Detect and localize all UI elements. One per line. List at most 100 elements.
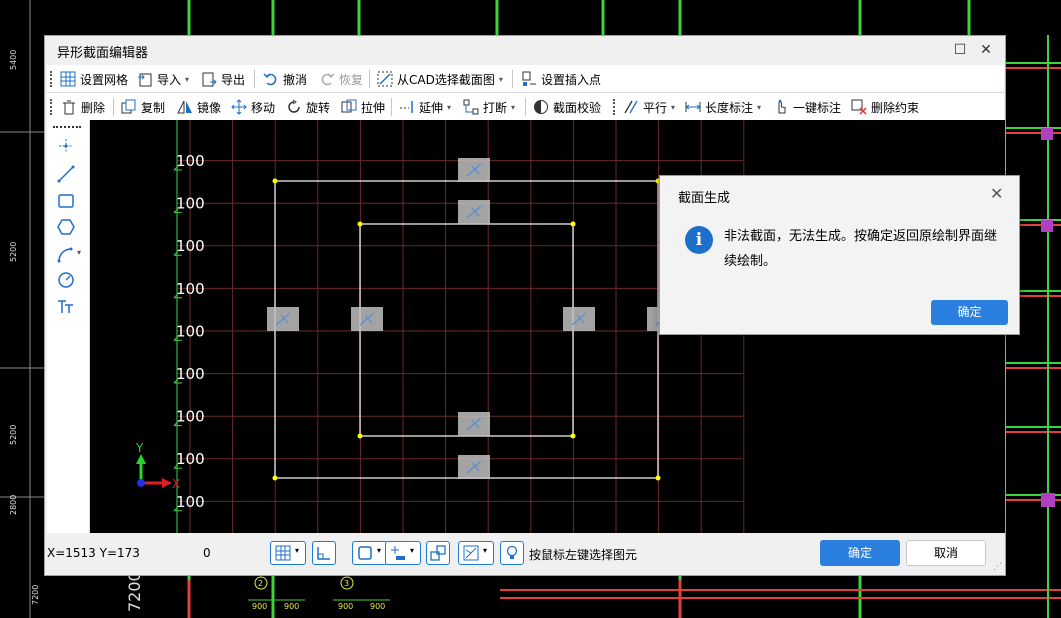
dropdown-arrow-icon[interactable]: ▾ (447, 103, 451, 112)
polar-snap-button[interactable]: ▾ (458, 541, 494, 565)
toolbar-edit: 删除 复制 镜像 移动 旋转 拉伸 延伸 ▾ 打断 ▾ 截面校验 平行 ▾ 长度… (47, 93, 1004, 121)
constraint-marker[interactable] (563, 307, 595, 331)
status-bar: X=1513 Y=173 0 ▾ ▾ ▾ ▾ 按鼠标左键选择图元 确定 取消 ⋰ (45, 534, 1005, 575)
grid-label: 100 (176, 237, 205, 255)
dropdown-arrow-icon[interactable]: ▾ (483, 546, 487, 555)
cursor-coordinates: X=1513 Y=173 (47, 546, 140, 560)
close-icon[interactable]: ✕ (990, 184, 1003, 203)
extend-label: 延伸 (419, 100, 444, 115)
set-grid-button[interactable]: 设置网格 (60, 70, 128, 88)
point-tool-icon[interactable] (56, 136, 76, 156)
small-dim: 900 (370, 602, 385, 611)
dropdown-arrow-icon[interactable]: ▾ (410, 546, 414, 555)
constraint-marker[interactable] (267, 307, 299, 331)
line-tool-icon[interactable] (56, 164, 76, 184)
resize-grip-icon[interactable]: ⋰ (993, 562, 1002, 572)
undo-button[interactable]: 撤消 (263, 70, 307, 88)
rectangle-snap-icon (358, 546, 372, 560)
grid-icon (60, 71, 76, 87)
close-icon[interactable]: ✕ (976, 40, 996, 60)
constraint-marker[interactable] (458, 200, 490, 224)
copy-button[interactable]: 复制 (121, 98, 165, 116)
redo-button[interactable]: 恢复 (319, 70, 363, 88)
move-label: 移动 (251, 100, 276, 115)
dropdown-arrow-icon[interactable]: ▾ (757, 103, 761, 112)
snap-rect-button[interactable]: ▾ (352, 541, 388, 565)
small-dim: 900 (338, 602, 353, 611)
constraint-marker[interactable] (458, 158, 490, 182)
grid-toggle-button[interactable]: ▾ (270, 541, 306, 565)
cancel-button[interactable]: 取消 (906, 540, 986, 566)
separator (525, 98, 526, 116)
constraint-marker[interactable] (351, 307, 383, 331)
status-hint: 按鼠标左键选择图元 (529, 548, 638, 562)
grid-icon (275, 545, 291, 561)
insert-point-icon (522, 71, 536, 86)
rotate-button[interactable]: 旋转 (286, 98, 330, 116)
dim-label-large: 7200 (125, 571, 144, 612)
length-dimension-label: 长度标注 (705, 100, 754, 115)
maximize-icon[interactable]: ☐ (950, 40, 970, 60)
export-button[interactable]: 导出 (201, 70, 245, 88)
cad-select-icon (377, 71, 393, 87)
tips-button[interactable] (500, 541, 524, 565)
dropdown-arrow-icon[interactable]: ▾ (377, 546, 381, 555)
section-check-icon (534, 100, 548, 114)
dropdown-arrow-icon[interactable]: ▾ (295, 546, 299, 555)
set-insert-point-button[interactable]: 设置插入点 (521, 70, 601, 88)
dropdown-arrow-icon[interactable]: ▾ (671, 103, 675, 112)
axis-circle-label: 3 (344, 579, 349, 588)
mirror-icon (177, 100, 192, 114)
mirror-button[interactable]: 镜像 (177, 98, 221, 116)
auto-dimension-button[interactable]: 一键标注 (773, 98, 841, 116)
auto-dimension-label: 一键标注 (793, 100, 842, 115)
delete-constraint-label: 删除约束 (871, 100, 920, 115)
text-tool-icon[interactable] (56, 297, 76, 317)
ortho-toggle-button[interactable] (312, 541, 336, 565)
length-dimension-button[interactable]: 长度标注 ▾ (685, 98, 761, 116)
arc-tool-icon[interactable] (56, 244, 76, 264)
delete-label: 删除 (81, 100, 106, 115)
parallel-button[interactable]: 平行 ▾ (623, 98, 675, 116)
section-generate-dialog: 截面生成 ✕ i 非法截面，无法生成。按确定返回原绘制界面继续绘制。 确定 (659, 175, 1020, 335)
inner-rectangle[interactable] (359, 223, 574, 437)
copy-label: 复制 (141, 100, 166, 115)
arc-dropdown-arrow-icon[interactable]: ▾ (77, 248, 81, 257)
grid-label: 100 (176, 195, 205, 213)
object-snap-icon (430, 545, 446, 561)
dropdown-arrow-icon[interactable]: ▾ (185, 75, 189, 84)
dropdown-arrow-icon[interactable]: ▾ (511, 103, 515, 112)
extend-button[interactable]: 延伸 ▾ (399, 98, 451, 116)
toolbar-grip (50, 99, 54, 115)
dropdown-arrow-icon[interactable]: ▾ (499, 75, 503, 84)
dim-label: 7200 (31, 585, 40, 605)
section-check-label: 截面校验 (553, 100, 602, 115)
break-icon (463, 99, 479, 115)
length-dimension-icon (685, 102, 701, 112)
separator (113, 98, 114, 116)
constraint-marker[interactable] (458, 412, 490, 436)
delete-constraint-icon (851, 99, 867, 115)
panel-grip (53, 126, 81, 128)
select-from-cad-button[interactable]: 从CAD选择截面图 ▾ (377, 70, 503, 88)
point-snap-button[interactable]: ▾ (385, 541, 421, 565)
rectangle-tool-icon[interactable] (56, 191, 76, 211)
small-dim: 900 (284, 602, 299, 611)
move-button[interactable]: 移动 (231, 98, 275, 116)
object-snap-button[interactable] (426, 541, 450, 565)
import-button[interactable]: 导入 ▾ (137, 70, 189, 88)
dialog-ok-button[interactable]: 确定 (931, 300, 1008, 325)
redo-label: 恢复 (339, 72, 364, 87)
export-icon (202, 72, 217, 87)
polygon-tool-icon[interactable] (56, 217, 76, 237)
ok-button[interactable]: 确定 (820, 540, 900, 566)
circle-tool-icon[interactable] (56, 270, 76, 290)
delete-button[interactable]: 删除 (61, 98, 105, 116)
delete-constraint-button[interactable]: 删除约束 (851, 98, 919, 116)
section-check-button[interactable]: 截面校验 (533, 98, 601, 116)
constraint-marker[interactable] (458, 455, 490, 479)
break-button[interactable]: 打断 ▾ (463, 98, 515, 116)
select-from-cad-label: 从CAD选择截面图 (397, 72, 495, 87)
grid-label: 100 (176, 408, 205, 426)
stretch-button[interactable]: 拉伸 (341, 98, 385, 116)
